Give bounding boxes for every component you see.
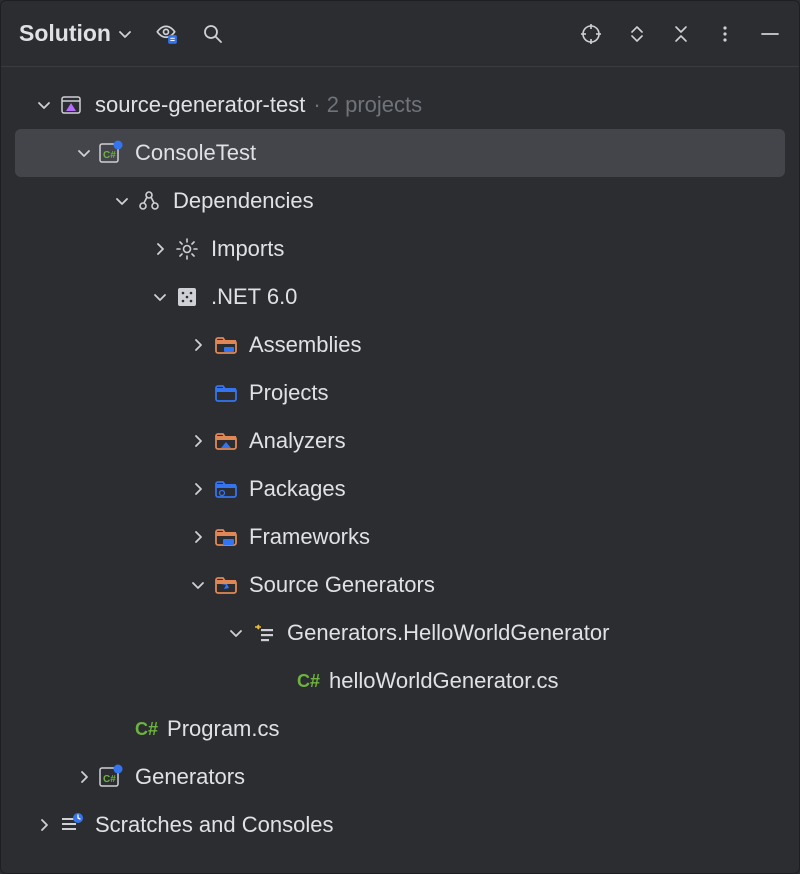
folder-icon [211,379,239,407]
analyzers-label: Analyzers [249,428,346,454]
projects-label: Projects [249,380,328,406]
chevron-down-icon[interactable] [109,193,135,209]
source-generators-label: Source Generators [249,572,435,598]
chevron-right-icon[interactable] [147,241,173,257]
source-generators-node[interactable]: Source Generators [15,561,785,609]
solution-suffix: · 2 projects [313,92,422,118]
scratches-label: Scratches and Consoles [95,812,333,838]
project-consoletest[interactable]: C# ConsoleTest [15,129,785,177]
program-cs-label: Program.cs [167,716,279,742]
net60-label: .NET 6.0 [211,284,297,310]
hello-generator-node[interactable]: Generators.HelloWorldGenerator [15,609,785,657]
solution-icon [57,91,85,119]
dependencies-node[interactable]: Dependencies [15,177,785,225]
cs-file-icon: C# [135,719,158,740]
analyzers-node[interactable]: Analyzers [15,417,785,465]
chevron-down-icon[interactable] [31,97,57,113]
chevron-down-icon[interactable] [71,145,97,161]
csproj-icon: C# [97,763,125,791]
frameworks-node[interactable]: Frameworks [15,513,785,561]
chevron-right-icon[interactable] [71,769,97,785]
framework-icon [173,283,201,311]
search-icon[interactable] [201,22,225,46]
chevron-right-icon[interactable] [185,481,211,497]
csproj-icon: C# [97,139,125,167]
target-icon[interactable] [579,22,603,46]
hello-generator-label: Generators.HelloWorldGenerator [287,620,609,646]
program-cs-file[interactable]: C# Program.cs [15,705,785,753]
svg-text:C#: C# [103,150,116,161]
packages-node[interactable]: Packages [15,465,785,513]
chevron-right-icon[interactable] [185,433,211,449]
solution-panel: Solution [0,0,800,874]
dependencies-icon [135,187,163,215]
folder-icon [211,475,239,503]
generators-project-label: Generators [135,764,245,790]
collapse-all-icon[interactable] [671,24,691,44]
frameworks-label: Frameworks [249,524,370,550]
panel-title: Solution [19,20,111,47]
assemblies-label: Assemblies [249,332,361,358]
folder-icon [211,331,239,359]
scratches-node[interactable]: Scratches and Consoles [15,801,785,849]
solution-tree: source-generator-test · 2 projects C# Co… [1,67,799,863]
cs-file-icon: C# [297,671,320,692]
solution-label: source-generator-test [95,92,305,118]
minimize-icon[interactable] [759,23,781,45]
assemblies-node[interactable]: Assemblies [15,321,785,369]
svg-text:C#: C# [103,774,116,785]
chevron-right-icon[interactable] [31,817,57,833]
imports-node[interactable]: Imports [15,225,785,273]
chevron-down-icon[interactable] [223,625,249,641]
chevron-down-icon[interactable] [147,289,173,305]
folder-icon [211,571,239,599]
project-label: ConsoleTest [135,140,256,166]
folder-icon [211,427,239,455]
net60-node[interactable]: .NET 6.0 [15,273,785,321]
folder-icon [211,523,239,551]
preview-icon[interactable] [153,21,179,47]
project-generators[interactable]: C# Generators [15,753,785,801]
chevron-right-icon[interactable] [185,529,211,545]
scratches-icon [57,811,85,839]
solution-node[interactable]: source-generator-test · 2 projects [15,81,785,129]
packages-label: Packages [249,476,346,502]
panel-header: Solution [1,1,799,67]
gear-icon [173,235,201,263]
chevron-down-icon[interactable] [185,577,211,593]
more-icon[interactable] [715,24,735,44]
view-mode-dropdown[interactable] [117,26,133,42]
generator-icon [249,619,277,647]
projects-node[interactable]: Projects [15,369,785,417]
hello-generator-file[interactable]: C# helloWorldGenerator.cs [15,657,785,705]
hello-generator-file-label: helloWorldGenerator.cs [329,668,559,694]
dependencies-label: Dependencies [173,188,314,214]
expand-all-icon[interactable] [627,24,647,44]
imports-label: Imports [211,236,284,262]
chevron-right-icon[interactable] [185,337,211,353]
